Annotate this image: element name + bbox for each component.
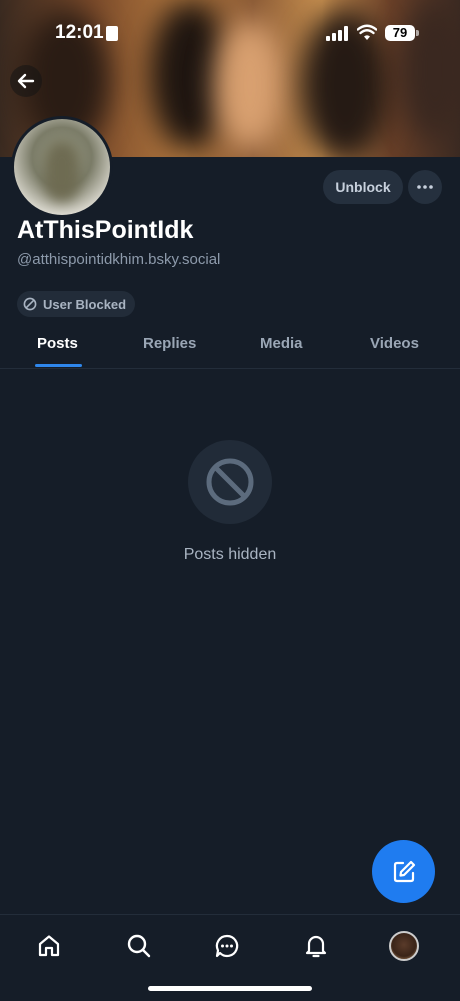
profile-tabs: Posts Replies Media Videos — [0, 326, 460, 369]
back-button[interactable] — [10, 65, 42, 97]
profile-avatar-small — [389, 931, 419, 961]
battery-tip — [416, 30, 419, 36]
search-icon — [127, 934, 151, 958]
status-bar: 12:01 79 — [0, 0, 460, 68]
chat-icon — [215, 934, 239, 958]
display-name: AtThisPointIdk — [17, 216, 194, 244]
signal-icon — [326, 26, 348, 41]
tab-posts[interactable]: Posts — [37, 335, 78, 352]
posts-hidden-message: Posts hidden — [183, 546, 277, 563]
ban-icon — [23, 297, 37, 311]
ellipsis-icon — [417, 185, 433, 189]
tab-replies[interactable]: Replies — [143, 335, 196, 352]
user-blocked-badge: User Blocked — [17, 291, 136, 317]
bell-icon — [305, 935, 327, 958]
unblock-button[interactable]: Unblock — [323, 170, 403, 204]
posts-hidden-icon-container — [188, 440, 272, 524]
sim-icon — [106, 26, 118, 41]
user-blocked-label: User Blocked — [43, 296, 127, 312]
profile-handle: @atthispointidkhim.bsky.social — [17, 251, 221, 268]
nav-notifications[interactable] — [301, 931, 331, 961]
nav-home[interactable] — [34, 931, 64, 961]
status-time: 12:01 — [55, 22, 104, 43]
nav-chat[interactable] — [212, 931, 242, 961]
nav-search[interactable] — [124, 931, 154, 961]
home-indicator — [148, 986, 312, 991]
battery-level: 79 — [385, 25, 415, 41]
tab-videos[interactable]: Videos — [370, 335, 419, 352]
ban-icon — [206, 458, 254, 506]
wifi-icon — [357, 24, 377, 40]
compose-button[interactable] — [372, 840, 435, 903]
profile-avatar[interactable] — [11, 116, 113, 218]
active-tab-indicator — [35, 364, 82, 367]
tab-media[interactable]: Media — [260, 335, 303, 352]
home-icon — [38, 935, 60, 957]
compose-icon — [393, 860, 415, 882]
arrow-left-icon — [17, 73, 35, 89]
more-options-button[interactable] — [408, 170, 442, 204]
nav-profile[interactable] — [389, 931, 419, 961]
